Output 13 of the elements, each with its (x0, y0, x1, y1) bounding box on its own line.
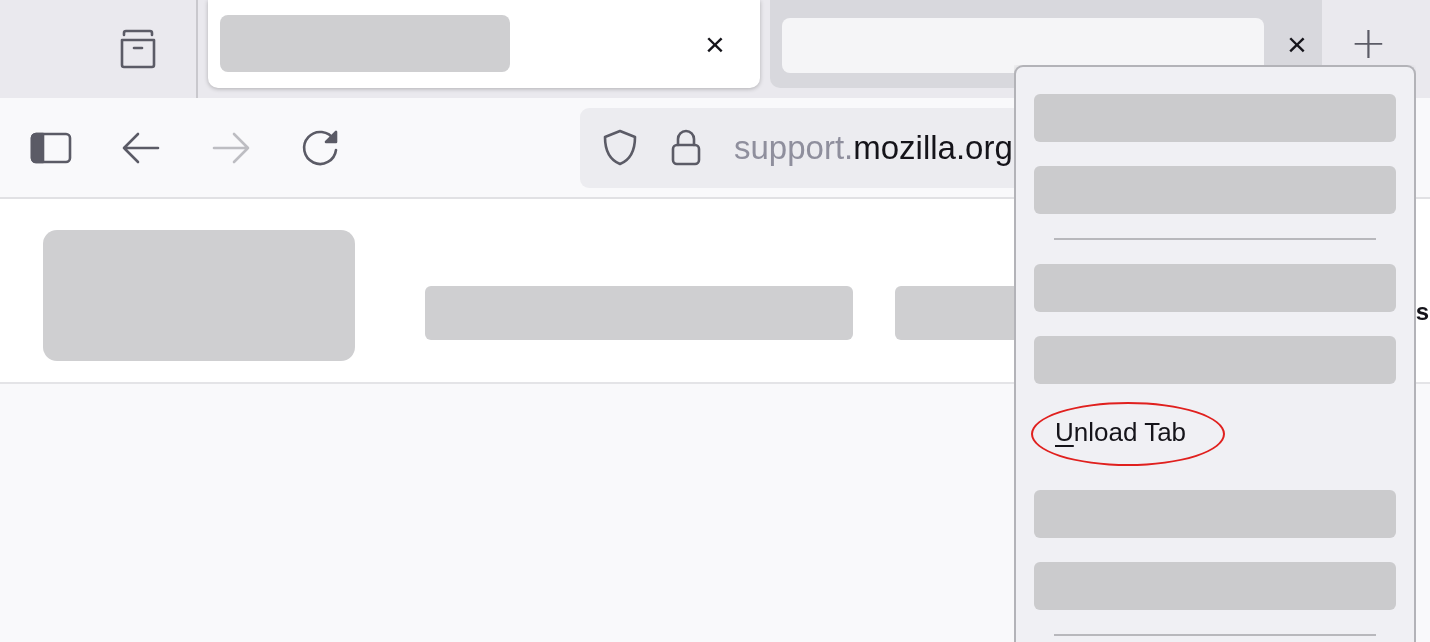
redacted-menu-item[interactable] (1034, 94, 1396, 142)
url-text[interactable]: support.mozilla.org (734, 128, 1013, 167)
close-tab-button[interactable]: × (1272, 24, 1322, 64)
redacted-menu-item[interactable] (1034, 264, 1396, 312)
nav-text-fragment: s (1415, 297, 1429, 327)
redacted-menu-item[interactable] (1034, 336, 1396, 384)
redacted-menu-item[interactable] (1034, 490, 1396, 538)
close-tab-button[interactable]: × (690, 24, 740, 64)
browser-tab[interactable]: × (208, 0, 760, 88)
new-tab-button[interactable]: + (1350, 18, 1387, 68)
menu-item[interactable]: Unload Tab (1055, 416, 1187, 448)
redacted-menu-item[interactable] (1034, 166, 1396, 214)
redacted-menu-item[interactable] (1034, 562, 1396, 610)
